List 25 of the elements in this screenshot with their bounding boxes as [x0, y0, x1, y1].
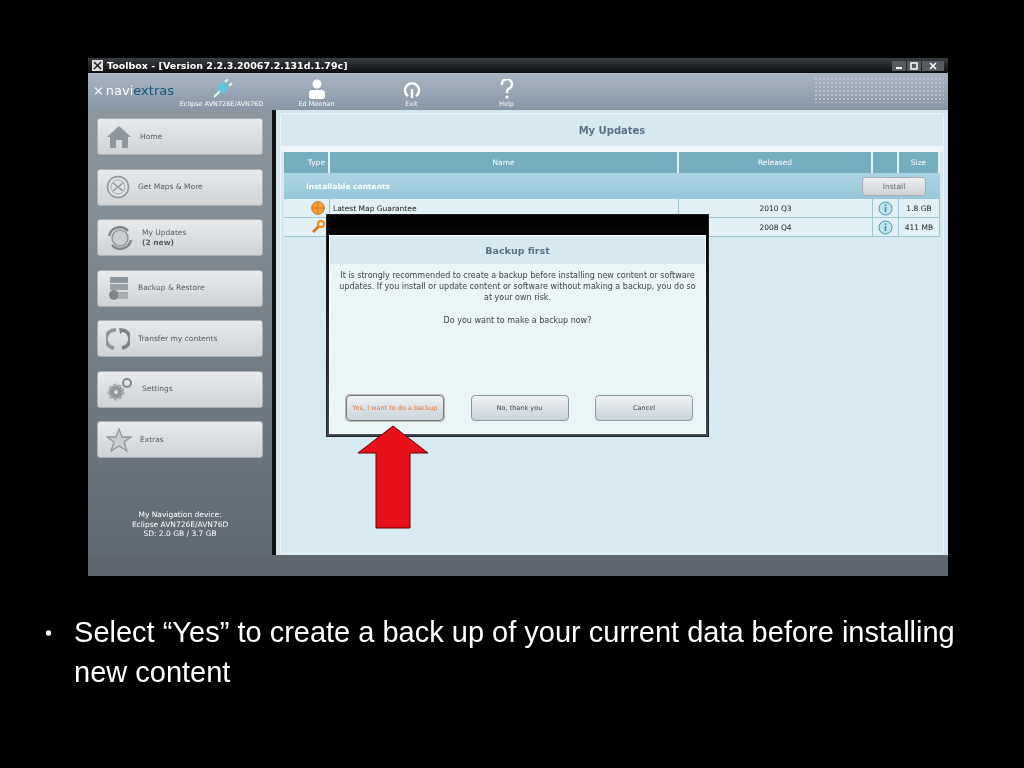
help-icon: [499, 79, 514, 99]
close-icon[interactable]: [922, 60, 944, 71]
naviextras-logo: naviextras: [94, 82, 174, 99]
dialog-message: It is strongly recommended to create a backup before installing new content or software updates. If you install or update content or software without making a backup, you do so at your own risk.: [338, 270, 697, 304]
house-icon: [106, 124, 132, 149]
bullet-text: Select “Yes” to create a back up of your current data before installing new content: [74, 615, 956, 690]
dialog-message: Do you want to make a backup now?: [442, 314, 593, 326]
gears-icon: [106, 377, 134, 401]
server-icon: [106, 276, 130, 300]
page-title: My Updates: [281, 114, 943, 152]
info-icon[interactable]: [878, 200, 893, 216]
minimize-icon[interactable]: [892, 60, 906, 71]
dialog-title: Backup first: [330, 236, 705, 264]
star-icon: [106, 427, 132, 452]
maximize-icon[interactable]: [907, 60, 921, 71]
user-icon: [307, 79, 326, 99]
window-title: Toolbox - [Version 2.2.3.20067.2.131d.1.79c]: [107, 60, 348, 71]
info-icon[interactable]: [878, 219, 893, 235]
power-icon: [402, 79, 421, 99]
globe-arrows-icon: [106, 225, 134, 250]
column-header: [873, 152, 899, 173]
wrench-icon: [311, 220, 325, 234]
sync-icon: [106, 326, 130, 351]
app-icon: [92, 60, 103, 71]
bullet-icon: [45, 629, 53, 637]
